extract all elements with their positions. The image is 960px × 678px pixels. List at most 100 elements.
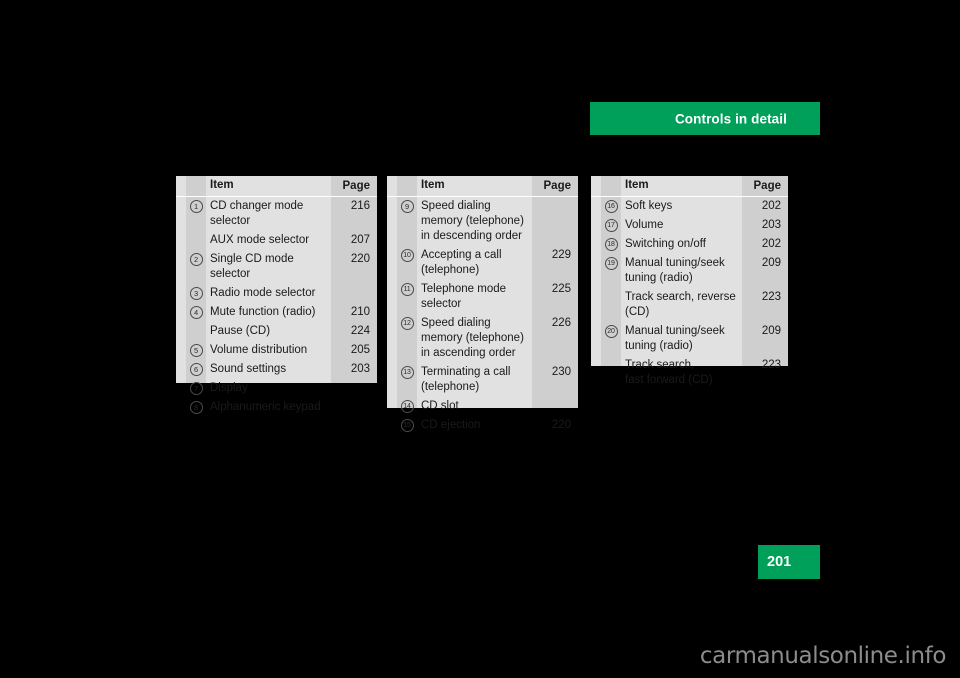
- header-cell-item: Item: [210, 178, 234, 191]
- row-page-number: [532, 197, 578, 199]
- row-marker-cell: 19: [591, 254, 621, 270]
- row-item-label: Accepting a call (telephone): [421, 249, 502, 276]
- row-item-label: Single CD mode selector: [210, 253, 294, 280]
- page-number-block: 201: [758, 545, 820, 579]
- table-row: AUX mode selector 207: [176, 231, 377, 250]
- row-item-label: Manual tuning/seek tuning (radio): [625, 257, 725, 284]
- row-marker-cell: 3: [176, 284, 206, 300]
- header-cell-page: Page: [543, 179, 572, 192]
- circled-number-icon: 19: [604, 257, 618, 270]
- row-item-label: Manual tuning/seek tuning (radio): [625, 325, 725, 352]
- circled-number-icon: 16: [604, 200, 618, 213]
- table-row: 1 CD changer mode selector 216: [176, 197, 377, 231]
- circled-number-icon: 2: [189, 253, 203, 266]
- row-marker-cell: 5: [176, 341, 206, 357]
- row-marker-cell: 8: [176, 398, 206, 414]
- table-row: Track search, fast forward (CD) 223: [591, 356, 788, 390]
- chapter-title: Controls in detail: [674, 111, 787, 126]
- row-item-label: Track search, reverse (CD): [625, 291, 736, 318]
- row-marker-cell: 4: [176, 303, 206, 319]
- table-row: 2 Single CD mode selector 220: [176, 250, 377, 284]
- row-item-label: Terminating a call (telephone): [421, 366, 511, 393]
- table-row: 15 CD ejection 220: [387, 416, 578, 435]
- row-page-number: 205: [350, 344, 370, 356]
- row-page-number: 203: [761, 219, 781, 231]
- circled-number-icon: 14: [400, 400, 414, 413]
- row-marker-cell: 12: [387, 314, 417, 330]
- row-page-number: [532, 397, 578, 399]
- table-header-row: Item Page: [387, 176, 578, 197]
- row-page-number: 216: [350, 200, 370, 212]
- row-marker-cell: 14: [387, 397, 417, 413]
- table-row: 18 Switching on/off 202: [591, 235, 788, 254]
- circled-number-icon: 10: [400, 249, 414, 262]
- header-cell-number: [591, 185, 621, 188]
- row-marker-cell: 11: [387, 280, 417, 296]
- row-page-number: 223: [761, 291, 781, 303]
- table-row: Track search, reverse (CD) 223: [591, 288, 788, 322]
- table-row: 20 Manual tuning/seek tuning (radio) 209: [591, 322, 788, 356]
- table-row: 4 Mute function (radio) 210: [176, 303, 377, 322]
- circled-number-icon: 9: [400, 200, 414, 213]
- circled-number-icon: 5: [189, 344, 203, 357]
- row-item-label: Soft keys: [625, 200, 673, 212]
- row-page-number: 202: [761, 238, 781, 250]
- table-row: 11 Telephone mode selector 225: [387, 280, 578, 314]
- row-marker-cell: 17: [591, 216, 621, 232]
- row-marker-cell: 6: [176, 360, 206, 376]
- row-page-number: 220: [350, 253, 370, 265]
- row-item-label: Volume: [625, 219, 664, 231]
- row-marker-cell: [176, 231, 206, 234]
- row-item-label: CD slot: [421, 400, 459, 412]
- site-watermark: carmanualsonline.info: [699, 643, 947, 669]
- row-marker-cell: 1: [176, 197, 206, 213]
- row-item-label: Speed dialing memory (telephone) in asce…: [421, 317, 524, 359]
- table-row: 7 Display: [176, 379, 377, 398]
- row-marker-cell: 16: [591, 197, 621, 213]
- row-marker-cell: 18: [591, 235, 621, 251]
- row-marker-cell: 9: [387, 197, 417, 213]
- table-row: 19 Manual tuning/seek tuning (radio) 209: [591, 254, 788, 288]
- circled-number-icon: 6: [189, 363, 203, 376]
- row-item-label: Volume distribution: [210, 344, 308, 356]
- table-row: 8 Alphanumeric keypad: [176, 398, 377, 417]
- row-page-number: 229: [551, 249, 571, 261]
- circled-number-icon: 4: [189, 306, 203, 319]
- row-page-number: 209: [761, 325, 781, 337]
- table-row: 9 Speed dialing memory (telephone) in des…: [387, 197, 578, 246]
- circled-number-icon: 15: [400, 419, 414, 432]
- row-page-number: 223: [761, 359, 781, 371]
- row-page-number: 226: [551, 317, 571, 329]
- row-page-number: 210: [350, 306, 370, 318]
- row-item-label: Display: [210, 382, 248, 394]
- legend-table-1: Item Page 1 CD changer mode selector 216 AUX …: [176, 176, 377, 414]
- row-page-number: 224: [350, 325, 370, 337]
- table-header-row: Item Page: [176, 176, 377, 197]
- circled-number-icon: 13: [400, 366, 414, 379]
- row-item-label: Pause (CD): [210, 325, 271, 337]
- row-page-number: 225: [551, 283, 571, 295]
- row-marker-cell: [591, 356, 621, 359]
- table-rows-2: Item Page 9 Speed dialing memory (telephone…: [387, 176, 578, 435]
- row-page-number: 220: [551, 419, 571, 431]
- page-number: 201: [767, 554, 792, 570]
- circled-number-icon: 3: [189, 287, 203, 300]
- table-row: 6 Sound settings 203: [176, 360, 377, 379]
- header-cell-number: [387, 185, 417, 188]
- circled-number-icon: 12: [400, 317, 414, 330]
- table-row: 13 Terminating a call (telephone) 230: [387, 363, 578, 397]
- circled-number-icon: 18: [604, 238, 618, 251]
- row-marker-cell: [591, 288, 621, 291]
- table-rows-3: Item Page 16 Soft keys 202 17 Volume 203 18 Switc…: [591, 176, 788, 390]
- row-marker-cell: 13: [387, 363, 417, 379]
- table-row: Pause (CD) 224: [176, 322, 377, 341]
- circled-number-icon: 17: [604, 219, 618, 232]
- row-page-number: 209: [761, 257, 781, 269]
- row-marker-cell: 2: [176, 250, 206, 266]
- row-page-number: [331, 284, 377, 286]
- table-row: 17 Volume 203: [591, 216, 788, 235]
- row-page-number: 230: [551, 366, 571, 378]
- header-cell-page: Page: [753, 179, 782, 192]
- table-row: 16 Soft keys 202: [591, 197, 788, 216]
- circled-number-icon: 7: [189, 382, 203, 395]
